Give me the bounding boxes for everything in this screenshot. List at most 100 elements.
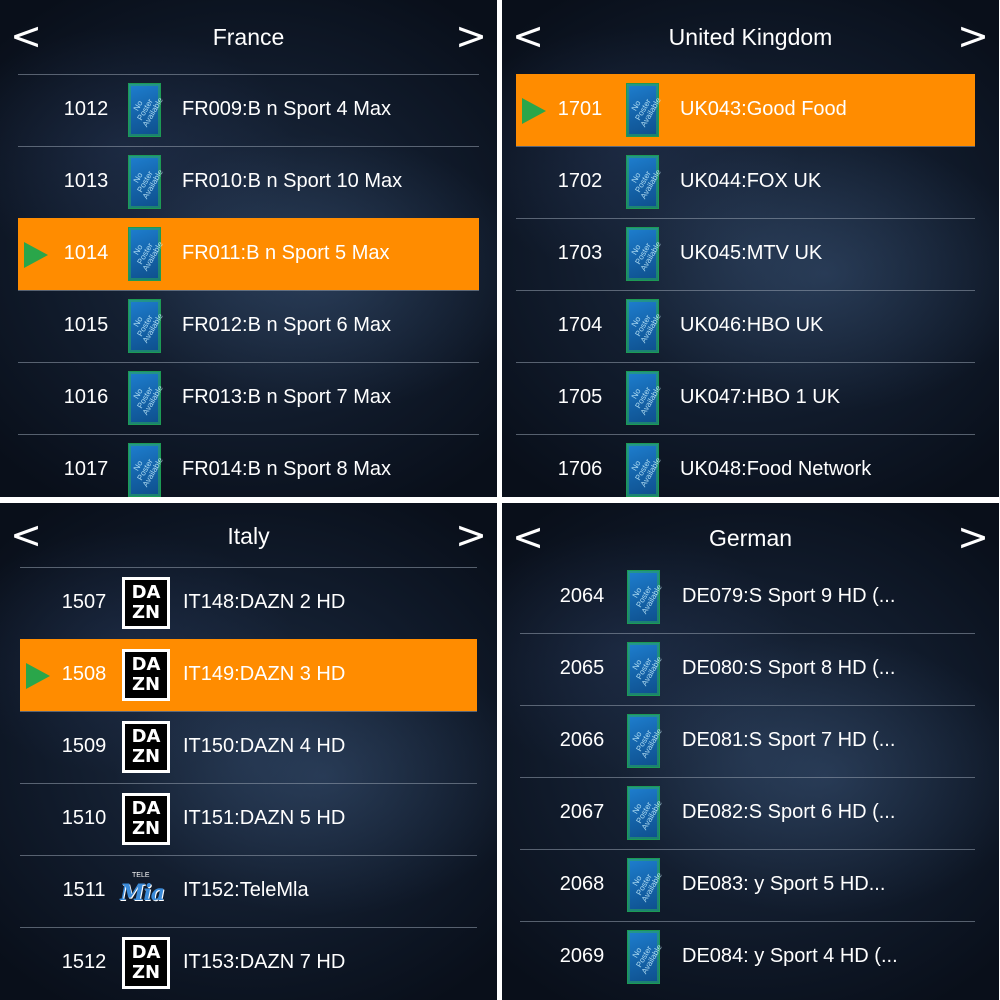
poster-placeholder-text: No Poster Available — [630, 655, 664, 688]
no-poster-icon: No Poster Available — [627, 786, 664, 840]
channel-name: IT151:DAZN 5 HD — [183, 807, 346, 829]
channel-row[interactable]: 2064 No Poster Available DE079:S Sport 9… — [520, 562, 975, 633]
channel-name: FR009:B n Sport 4 Max — [182, 98, 391, 120]
channel-name: IT153:DAZN 7 HD — [183, 951, 346, 973]
dazn-logo: DA ZN — [122, 577, 170, 629]
poster-placeholder-text: No Poster Available — [630, 727, 664, 760]
channel-list: 1507 DA ZN IT148:DAZN 2 HD 1508 DA ZN IT… — [20, 567, 477, 999]
no-poster-icon: No Poster Available — [626, 155, 663, 209]
channel-name: FR014:B n Sport 8 Max — [182, 458, 391, 480]
poster-placeholder-text: No Poster Available — [131, 456, 165, 489]
channel-row[interactable]: 2065 No Poster Available DE080:S Sport 8… — [520, 633, 975, 705]
chevron-right-icon[interactable]: > — [955, 16, 991, 56]
channel-row[interactable]: 1705 No Poster Available UK047:HBO 1 UK — [516, 362, 975, 434]
poster-placeholder-text: No Poster Available — [630, 583, 664, 616]
channel-number: 1701 — [557, 98, 603, 120]
poster-placeholder-text: No Poster Available — [131, 96, 165, 129]
no-poster-icon: No Poster Available — [128, 83, 165, 137]
panel-header: < Italy > — [0, 503, 497, 567]
channel-row[interactable]: 1511 TELE Mia IT152:TeleMla — [20, 855, 477, 927]
channel-number: 1014 — [63, 242, 109, 264]
channel-name: UK046:HBO UK — [680, 314, 824, 336]
channel-row[interactable]: 2068 No Poster Available DE083: y Sport … — [520, 849, 975, 921]
channel-number: 1013 — [63, 170, 109, 192]
channel-row[interactable]: 2067 No Poster Available DE082:S Sport 6… — [520, 777, 975, 849]
channel-panel-german: < German > 2064 No Poster Available DE07… — [502, 503, 999, 1000]
poster-placeholder-text: No Poster Available — [629, 168, 663, 201]
channel-number: 1512 — [61, 951, 107, 973]
channel-name: UK047:HBO 1 UK — [680, 386, 841, 408]
channel-number: 1017 — [63, 458, 109, 480]
channel-number: 2065 — [559, 657, 605, 679]
channel-row[interactable]: 1706 No Poster Available UK048:Food Netw… — [516, 434, 975, 497]
poster-placeholder-text: No Poster Available — [629, 312, 663, 345]
channel-panel-uk: < United Kingdom > 1701 No Poster Availa… — [502, 0, 999, 497]
channel-number: 1508 — [61, 663, 107, 685]
channel-name: UK048:Food Network — [680, 458, 872, 480]
no-poster-icon: No Poster Available — [128, 443, 165, 497]
channel-number: 2069 — [559, 945, 605, 967]
channel-number: 1509 — [61, 735, 107, 757]
chevron-right-icon[interactable]: > — [955, 517, 991, 557]
no-poster-icon: No Poster Available — [128, 371, 165, 425]
dazn-logo: DA ZN — [122, 793, 170, 845]
channel-row-selected[interactable]: 1014 No Poster Available FR011:B n Sport… — [18, 218, 479, 290]
channel-row[interactable]: 1704 No Poster Available UK046:HBO UK — [516, 290, 975, 362]
no-poster-icon: No Poster Available — [626, 443, 663, 497]
poster-placeholder-text: No Poster Available — [630, 871, 664, 904]
poster-placeholder-text: No Poster Available — [629, 96, 663, 129]
no-poster-icon: No Poster Available — [128, 299, 165, 353]
telemia-logo-top: TELE — [132, 872, 150, 879]
channel-panel-france: < France > 1012 No Poster Available FR00… — [0, 0, 497, 497]
channel-row[interactable]: 1015 No Poster Available FR012:B n Sport… — [18, 290, 479, 362]
channel-row[interactable]: 1016 No Poster Available FR013:B n Sport… — [18, 362, 479, 434]
no-poster-icon: No Poster Available — [128, 155, 165, 209]
channel-number: 1510 — [61, 807, 107, 829]
no-poster-icon: No Poster Available — [626, 299, 663, 353]
channel-number: 2067 — [559, 801, 605, 823]
channel-number: 1015 — [63, 314, 109, 336]
poster-placeholder-text: No Poster Available — [131, 312, 165, 345]
channel-row[interactable]: 2069 No Poster Available DE084: y Sport … — [520, 921, 975, 993]
channel-row[interactable]: 1510 DA ZN IT151:DAZN 5 HD — [20, 783, 477, 855]
channel-number: 2068 — [559, 873, 605, 895]
channel-row[interactable]: 1507 DA ZN IT148:DAZN 2 HD — [20, 567, 477, 639]
channel-number: 1704 — [557, 314, 603, 336]
no-poster-icon: No Poster Available — [128, 227, 165, 281]
poster-placeholder-text: No Poster Available — [630, 943, 664, 976]
channel-row[interactable]: 1013 No Poster Available FR010:B n Sport… — [18, 146, 479, 218]
channel-name: FR010:B n Sport 10 Max — [182, 170, 403, 192]
chevron-right-icon[interactable]: > — [453, 515, 489, 555]
channel-row[interactable]: 1702 No Poster Available UK044:FOX UK — [516, 146, 975, 218]
channel-row[interactable]: 1703 No Poster Available UK045:MTV UK — [516, 218, 975, 290]
channel-name: IT148:DAZN 2 HD — [183, 591, 346, 613]
channel-number: 1703 — [557, 242, 603, 264]
channel-row[interactable]: 1509 DA ZN IT150:DAZN 4 HD — [20, 711, 477, 783]
no-poster-icon: No Poster Available — [627, 714, 664, 768]
channel-row[interactable]: 1017 No Poster Available FR014:B n Sport… — [18, 434, 479, 497]
channel-row[interactable]: 1012 No Poster Available FR009:B n Sport… — [18, 74, 479, 146]
panel-title: United Kingdom — [668, 24, 833, 50]
channel-name: DE079:S Sport 9 HD (... — [682, 585, 896, 607]
poster-placeholder-text: No Poster Available — [131, 168, 165, 201]
channel-list: 1701 No Poster Available UK043:Good Food… — [516, 74, 975, 497]
dazn-logo: DA ZN — [122, 649, 170, 701]
channel-name: DE083: y Sport 5 HD... — [682, 873, 886, 895]
channel-row[interactable]: 2066 No Poster Available DE081:S Sport 7… — [520, 705, 975, 777]
panel-header: < United Kingdom > — [502, 0, 999, 74]
dazn-logo: DA ZN — [122, 937, 170, 989]
channel-name: DE080:S Sport 8 HD (... — [682, 657, 896, 679]
channel-row-selected[interactable]: 1701 No Poster Available UK043:Good Food — [516, 74, 975, 146]
no-poster-icon: No Poster Available — [627, 858, 664, 912]
channel-number: 2066 — [559, 729, 605, 751]
no-poster-icon: No Poster Available — [626, 371, 663, 425]
channel-row[interactable]: 1512 DA ZN IT153:DAZN 7 HD — [20, 927, 477, 999]
channel-row-selected[interactable]: 1508 DA ZN IT149:DAZN 3 HD — [20, 639, 477, 711]
channel-name: IT150:DAZN 4 HD — [183, 735, 346, 757]
chevron-right-icon[interactable]: > — [453, 16, 489, 56]
channel-name: DE084: y Sport 4 HD (... — [682, 945, 898, 967]
channel-number: 1016 — [63, 386, 109, 408]
channel-number: 1702 — [557, 170, 603, 192]
channel-number: 1706 — [557, 458, 603, 480]
channel-number: 1705 — [557, 386, 603, 408]
